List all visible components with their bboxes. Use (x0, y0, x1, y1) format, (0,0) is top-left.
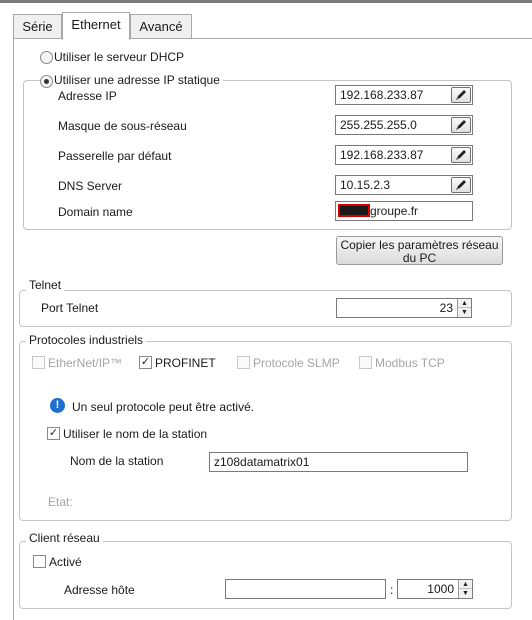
static-ip-label[interactable]: Utiliser une adresse IP statique (51, 74, 223, 87)
station-name-field[interactable]: z108datamatrix01 (209, 452, 468, 472)
domain-name-field[interactable]: groupe.fr (335, 201, 473, 221)
modbus-checkbox[interactable] (359, 356, 372, 369)
host-address-label: Adresse hôte (64, 583, 135, 597)
host-port-spin-buttons[interactable]: ▲ ▼ (458, 580, 472, 598)
tab-avance[interactable]: Avancé (130, 14, 192, 39)
station-name-label: Nom de la station (70, 454, 164, 468)
panel-left-border (13, 38, 14, 620)
port-telnet-label: Port Telnet (41, 301, 99, 315)
port-telnet-spin-buttons[interactable]: ▲ ▼ (457, 299, 471, 317)
host-address-field[interactable] (225, 579, 386, 599)
spin-down-icon[interactable]: ▼ (458, 308, 471, 317)
client-active-checkbox[interactable] (33, 555, 46, 568)
edit-subnet-button[interactable] (451, 117, 471, 133)
gateway-label: Passerelle par défaut (58, 149, 172, 163)
tab-serie[interactable]: Série (13, 14, 62, 39)
pencil-icon (456, 150, 466, 160)
static-ip-radio[interactable] (40, 75, 53, 88)
pencil-icon (456, 120, 466, 130)
dhcp-label[interactable]: Utiliser le serveur DHCP (54, 50, 184, 64)
use-station-name-checkbox[interactable]: ✓ (47, 427, 60, 440)
slmp-checkbox[interactable] (237, 356, 250, 369)
port-telnet-value[interactable]: 23 (440, 301, 453, 316)
spin-up-icon[interactable]: ▲ (458, 299, 471, 308)
port-telnet-spinner[interactable]: 23 ▲ ▼ (336, 298, 472, 318)
ethernet-ip-label[interactable]: EtherNet/IP™ (48, 356, 122, 370)
spin-up-icon[interactable]: ▲ (459, 580, 472, 589)
spin-down-icon[interactable]: ▼ (459, 589, 472, 598)
client-active-label[interactable]: Activé (49, 555, 82, 569)
info-text: Un seul protocole peut être activé. (72, 400, 255, 414)
slmp-label[interactable]: Protocole SLMP (253, 356, 340, 370)
redacted-block (338, 204, 370, 217)
dhcp-radio[interactable] (40, 51, 53, 64)
network-client-legend: Client réseau (26, 532, 103, 545)
host-port-separator: : (390, 583, 394, 597)
profinet-label[interactable]: PROFINET (155, 356, 216, 370)
modbus-label[interactable]: Modbus TCP (375, 356, 445, 370)
profinet-checkbox[interactable]: ✓ (139, 356, 152, 369)
use-station-name-label[interactable]: Utiliser le nom de la station (63, 427, 207, 441)
pencil-icon (456, 180, 466, 190)
ip-address-label: Adresse IP (58, 89, 117, 103)
tab-ethernet[interactable]: Ethernet (62, 12, 130, 40)
dns-server-label: DNS Server (58, 179, 123, 193)
subnet-mask-label: Masque de sous-réseau (58, 119, 187, 133)
host-port-value[interactable]: 1000 (427, 582, 454, 597)
domain-name-label: Domain name (58, 205, 133, 219)
copy-pc-network-button[interactable]: Copier les paramètres réseau du PC (336, 236, 503, 265)
protocols-legend: Protocoles industriels (26, 334, 147, 347)
telnet-legend: Telnet (26, 279, 65, 292)
edit-dns-button[interactable] (451, 177, 471, 193)
edit-ip-button[interactable] (451, 87, 471, 103)
window-top-border (0, 0, 532, 3)
edit-gateway-button[interactable] (451, 147, 471, 163)
host-port-spinner[interactable]: 1000 ▲ ▼ (397, 579, 473, 599)
info-icon: ! (50, 398, 65, 413)
pencil-icon (456, 90, 466, 100)
state-label: Etat: (48, 495, 73, 509)
ethernet-ip-checkbox[interactable] (32, 356, 45, 369)
